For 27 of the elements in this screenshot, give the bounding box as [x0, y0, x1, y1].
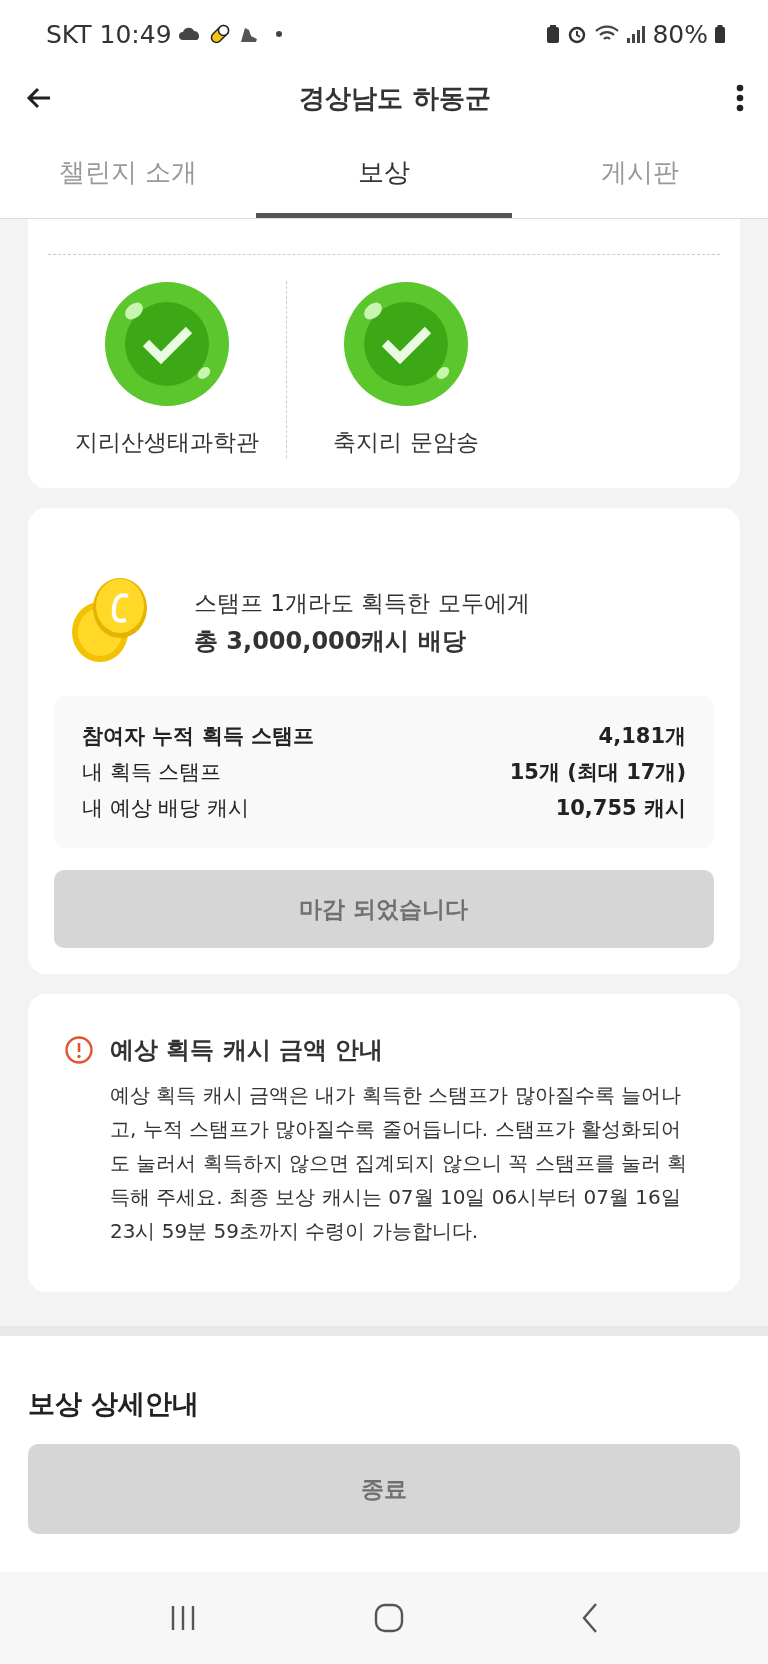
alert-icon: [64, 1035, 94, 1065]
stat-label: 내 예상 배당 캐시: [82, 795, 250, 822]
stat-value: 10,755 캐시: [555, 795, 686, 822]
home-icon[interactable]: [374, 1603, 404, 1633]
back-icon[interactable]: [580, 1602, 600, 1634]
page-title: 경상남도 하동군: [299, 81, 491, 115]
stamp-name: 축지리 문암송: [333, 428, 479, 457]
battery-icon: [714, 24, 726, 44]
notice-title: 예상 획득 캐시 금액 안내: [110, 1035, 384, 1066]
reward-headline: 스탬프 1개라도 획득한 모두에게: [194, 588, 530, 618]
notice-text: 예상 획득 캐시 금액은 내가 획득한 스탬프가 많아질수록 늘어나고, 누적 스탬프가 많아질수록 줄어듭니다. 스탬프가 활성화되어도 눌러서 획득하지 않으면 집계되지 않으니 꼭 스탬프를 눌러 획득해 주세요. 최종 보상 캐시는 07월 10일 06시부터 07월 16일 23시 59분 59초까지 수령이 가능합니다.: [110, 1082, 689, 1245]
more-options-icon[interactable]: [736, 83, 744, 113]
stat-label: 내 획득 스탬프: [82, 759, 222, 786]
carrier-time: SKT 10:49: [46, 19, 172, 49]
signal-icon: [626, 24, 647, 44]
battery-saver-icon: [546, 24, 561, 44]
tab[interactable]: 챌린지 소개: [0, 128, 256, 218]
stat-label: 참여자 누적 획득 스탬프: [82, 723, 314, 750]
reward-amount: 총 3,000,000캐시 배당: [194, 625, 467, 657]
section-title: 보상 상세안내: [28, 1387, 201, 1421]
notification-dot: [275, 31, 282, 37]
tab[interactable]: 게시판: [512, 128, 768, 218]
cloud-icon: [177, 27, 202, 41]
battery-percent: 80%: [652, 19, 708, 49]
stat-value: 4,181개: [598, 723, 686, 750]
stat-value: 15개 (최대 17개): [509, 759, 686, 786]
stamp-name: 지리산생태과학관: [75, 428, 259, 457]
